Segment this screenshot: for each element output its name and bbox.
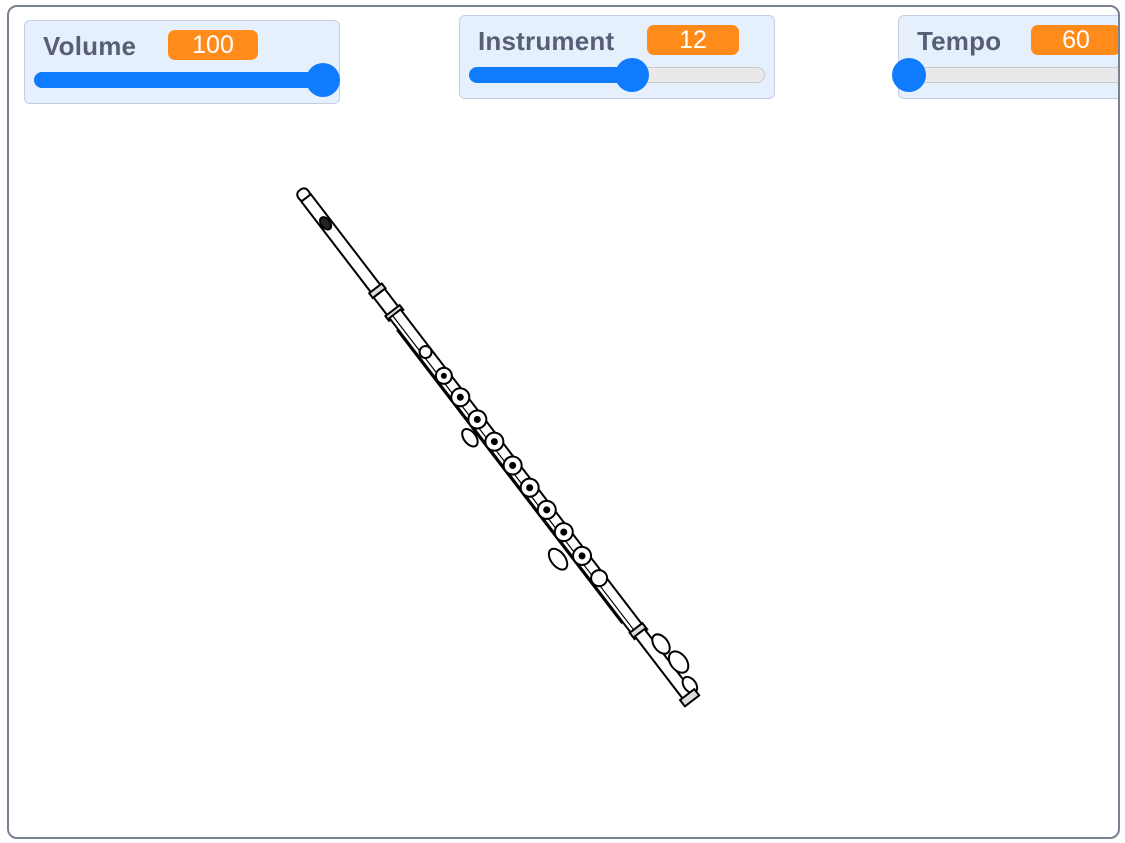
stage: Volume 100 Instrument 12 Tempo 60 xyxy=(7,5,1120,839)
flute-sprite[interactable] xyxy=(9,7,1118,837)
flute-icon xyxy=(296,187,701,708)
